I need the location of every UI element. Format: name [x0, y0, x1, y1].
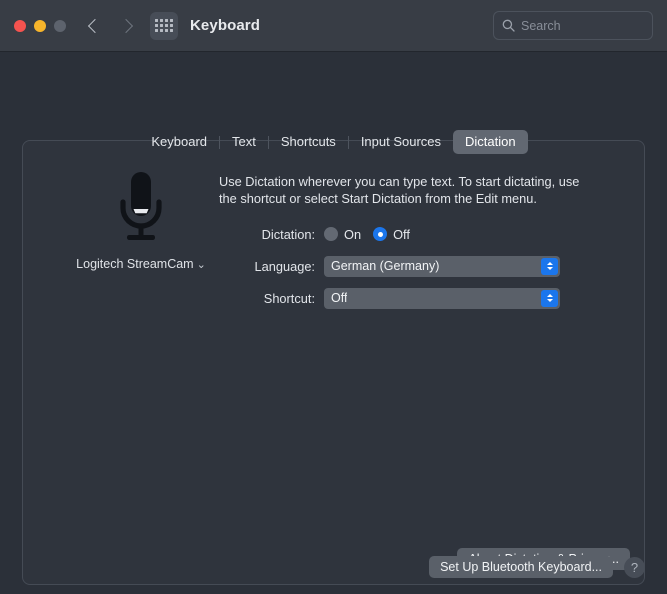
close-button[interactable] — [14, 19, 26, 32]
language-value: German (Germany) — [331, 259, 440, 273]
radio-dot-selected — [373, 227, 388, 241]
grid-dot — [170, 18, 174, 22]
grid-dot — [159, 18, 163, 22]
grid-dot — [159, 29, 163, 33]
dictation-radio-off[interactable]: Off — [373, 227, 410, 242]
chevron-down-glyph — [546, 267, 553, 270]
help-button[interactable]: ? — [624, 556, 645, 578]
grid-dot — [154, 18, 158, 22]
grid-dot — [159, 24, 163, 27]
show-all-grid-icon[interactable] — [150, 11, 178, 40]
window-title: Keyboard — [190, 17, 260, 34]
tab-bar: Keyboard Text Shortcuts Input Sources Di… — [0, 130, 667, 154]
tab-text[interactable]: Text — [220, 130, 268, 154]
search-icon — [502, 19, 515, 32]
shortcut-label: Shortcut: — [263, 290, 315, 306]
grid-dot — [165, 18, 169, 22]
tab-keyboard[interactable]: Keyboard — [139, 130, 219, 154]
search-field[interactable] — [493, 11, 653, 40]
preferences-window: Keyboard Keyboard Text Shortcuts Input S… — [0, 0, 667, 594]
language-row: Language: German (Germany) — [219, 255, 619, 277]
dictation-label: Dictation: — [261, 226, 315, 242]
language-label: Language: — [254, 258, 316, 274]
navigation-arrows — [88, 20, 132, 32]
dictation-radio-group: On Off — [324, 227, 410, 242]
grid-dot — [154, 24, 158, 27]
microphone-icon — [109, 169, 173, 247]
grid-dot — [154, 29, 158, 33]
microphone-source-dropdown[interactable]: Logitech StreamCam ⌄ — [51, 257, 231, 271]
stepper-up-down-icon — [541, 257, 558, 275]
chevron-right-icon[interactable] — [120, 20, 132, 32]
chevron-left-icon[interactable] — [88, 20, 100, 32]
chevron-down-icon: ⌄ — [196, 259, 206, 271]
dictation-form: Use Dictation wherever you can type text… — [219, 173, 619, 319]
dictation-radio-on[interactable]: On — [324, 227, 361, 242]
tab-shortcuts[interactable]: Shortcuts — [269, 130, 348, 154]
search-input[interactable] — [521, 18, 644, 33]
zoom-button[interactable] — [54, 19, 66, 32]
microphone-source-group: Logitech StreamCam ⌄ — [51, 169, 231, 271]
tab-input-sources[interactable]: Input Sources — [349, 130, 453, 154]
window-titlebar: Keyboard — [0, 0, 667, 52]
grid-dot — [165, 24, 169, 27]
chevron-up-glyph — [546, 262, 553, 265]
shortcut-value: Off — [331, 291, 348, 305]
grid-dot — [170, 24, 174, 27]
dictation-on-label: On — [344, 226, 362, 242]
stepper-up-down-icon — [541, 289, 558, 307]
dictation-off-label: Off — [393, 226, 410, 242]
dictation-panel: Logitech StreamCam ⌄ Use Dictation wherev… — [22, 140, 645, 585]
tab-dictation[interactable]: Dictation — [453, 130, 528, 154]
grid-dot — [165, 29, 169, 33]
microphone-source-label: Logitech StreamCam — [76, 257, 194, 271]
window-body: Keyboard Text Shortcuts Input Sources Di… — [0, 52, 667, 594]
shortcut-popup-button[interactable]: Off — [324, 287, 560, 309]
language-popup-button[interactable]: German (Germany) — [324, 255, 560, 277]
radio-dot-off-state — [324, 227, 338, 241]
chevron-down-glyph — [546, 299, 553, 302]
shortcut-row: Shortcut: Off — [219, 287, 619, 309]
chevron-up-glyph — [546, 294, 553, 297]
traffic-lights — [14, 19, 66, 32]
dictation-row: Dictation: On Off — [219, 223, 619, 245]
minimize-button[interactable] — [34, 19, 46, 32]
grid-dot — [170, 29, 174, 33]
dictation-description: Use Dictation wherever you can type text… — [219, 174, 580, 206]
setup-bluetooth-keyboard-button[interactable]: Set Up Bluetooth Keyboard... — [429, 556, 613, 578]
window-bottom-bar: Set Up Bluetooth Keyboard... ? — [429, 556, 645, 578]
